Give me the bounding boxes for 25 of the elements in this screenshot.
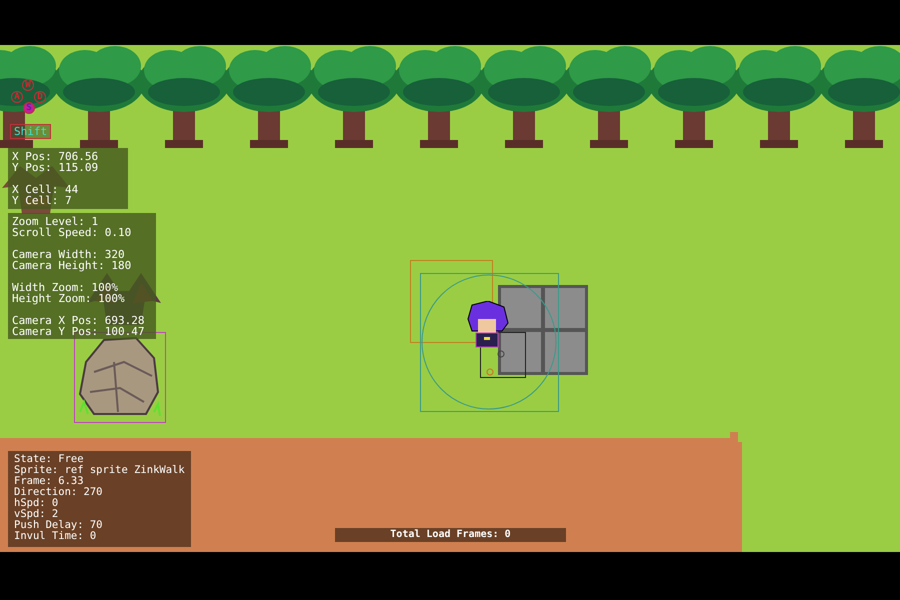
key-indicator: D xyxy=(34,91,46,103)
debug-text: Camera Height: 180 xyxy=(12,260,132,271)
debug-text: State: Free xyxy=(14,454,85,465)
debug-text: Camera X Pos: 693.28 xyxy=(12,315,146,326)
key-indicator: Shift xyxy=(10,124,52,139)
debug-text: vSpd: 2 xyxy=(14,509,60,520)
debug-text: X Pos: 706.56 xyxy=(12,151,100,162)
debug-text: Invul Time: 0 xyxy=(14,531,98,542)
debug-text: Camera Width: 320 xyxy=(12,249,125,260)
debug-text: hSpd: 0 xyxy=(14,498,60,509)
debug-text: Y Cell: 7 xyxy=(12,195,73,206)
debug-text: X Cell: 44 xyxy=(12,184,80,195)
debug-text: Push Delay: 70 xyxy=(14,520,104,531)
debug-text: Direction: 270 xyxy=(14,487,104,498)
debug-text: Y Pos: 115.09 xyxy=(12,162,100,173)
debug-text: Camera Y Pos: 100.47 xyxy=(12,326,146,337)
debug-text: Zoom Level: 1 xyxy=(12,216,100,227)
debug-text: Scroll Speed: 0.10 xyxy=(12,227,132,238)
load-frames-text: Total Load Frames: 0 xyxy=(335,528,566,542)
debug-text: Height Zoom: 100% xyxy=(12,293,126,304)
key-indicator: W xyxy=(22,79,34,91)
debug-text: Frame: 6.33 xyxy=(14,476,85,487)
key-indicator: A xyxy=(11,91,23,103)
debug-text: Sprite: ref sprite ZinkWalk xyxy=(14,465,185,476)
debug-text: Width Zoom: 100% xyxy=(12,282,118,293)
